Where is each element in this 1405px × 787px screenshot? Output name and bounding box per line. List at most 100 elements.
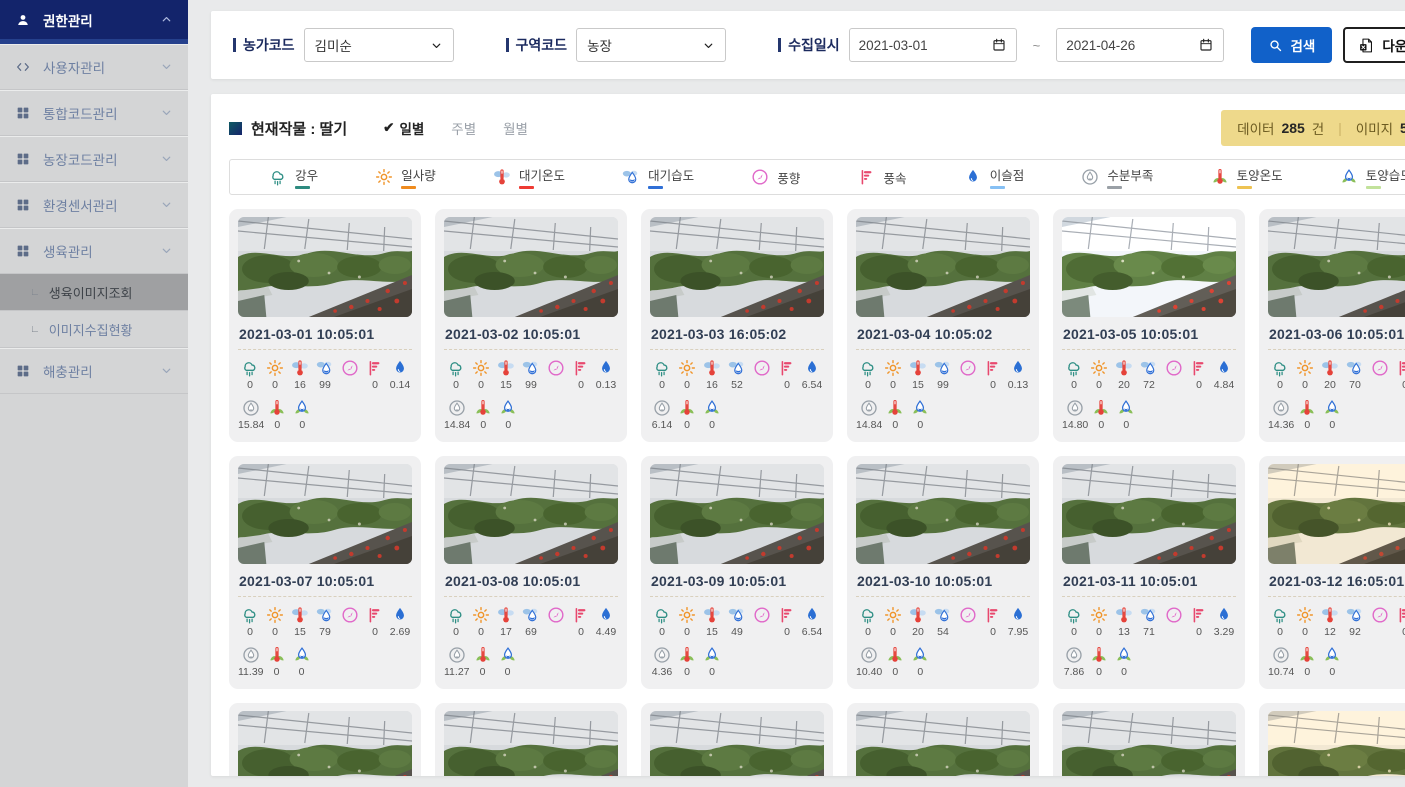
soil-temp-icon: [885, 645, 905, 665]
sensor-soil-temp: 0: [1089, 398, 1113, 431]
sensor-rain: 0: [1268, 358, 1292, 391]
sidebar-item[interactable]: 해충관리: [0, 348, 188, 394]
image-card[interactable]: 2021-03-11 10:05:01 00137103.29 7.8600: [1053, 456, 1245, 689]
sidebar-item[interactable]: 농장코드관리: [0, 136, 188, 182]
sidebar-item[interactable]: 통합코드관리: [0, 90, 188, 136]
image-card[interactable]: 2021-03-12 16:05:01 00129200.85 10.7400: [1259, 456, 1405, 689]
legend-item: 대기습도: [621, 165, 694, 189]
app-root: 권한관리사용자관리통합코드관리농장코드관리환경센서관리생육관리∟생육이미지조회∟…: [0, 0, 1405, 787]
sidebar-item[interactable]: 사용자관리: [0, 44, 188, 90]
sensor-value: 0: [1123, 419, 1129, 431]
sidebar-item[interactable]: 생육관리: [0, 228, 188, 274]
water-deficit-icon: [241, 645, 261, 665]
sensor-dew-point: 4.84: [1212, 358, 1236, 391]
search-button[interactable]: 검색: [1251, 27, 1332, 63]
water-deficit-icon: [1080, 167, 1100, 187]
legend-item: 대기온도: [492, 165, 565, 189]
sensor-row-1: 00205407.95: [856, 605, 1030, 638]
farm-code-select[interactable]: 김미순: [304, 28, 454, 62]
sensor-soil-humidity: 0: [290, 645, 314, 678]
image-card[interactable]: 2021-03-07 10:05:01 00157902.69 11.3900: [229, 456, 421, 689]
sidebar-subitem[interactable]: ∟생육이미지조회: [0, 274, 188, 311]
period-tab[interactable]: 주별: [451, 118, 476, 138]
sensor-value: 0: [1096, 626, 1102, 638]
air-humidity-icon: [1345, 358, 1365, 378]
water-deficit-icon: [1271, 398, 1291, 418]
grid-icon: [15, 197, 31, 213]
sensor-air-humidity: 99: [313, 358, 337, 391]
image-card[interactable]: 2021-03-18 16:05:02: [1259, 703, 1405, 776]
card-divider: [856, 596, 1030, 597]
download-button[interactable]: 다운로드: [1343, 27, 1405, 63]
image-card[interactable]: 2021-03-04 10:05:02 00159900.13 14.8400: [847, 209, 1039, 442]
sensor-rain: 0: [238, 605, 262, 638]
sensor-value: 49: [731, 626, 743, 638]
sensor-air-humidity: 54: [931, 605, 955, 638]
air-temp-icon: [908, 605, 928, 625]
sensor-air-humidity: 99: [931, 358, 955, 391]
sidebar-item[interactable]: 권한관리: [0, 0, 188, 44]
sensor-air-humidity: 72: [1137, 358, 1161, 391]
image-card[interactable]: 2021-03-03 16:05:02 00165206.54 6.1400: [641, 209, 833, 442]
sensor-wind-direction: [1368, 605, 1392, 638]
sensor-soil-temp: 0: [265, 645, 289, 678]
zone-code-group: 구역코드 농장: [506, 28, 727, 62]
sidebar-item[interactable]: 환경센서관리: [0, 182, 188, 228]
sensor-value: 16: [294, 379, 306, 391]
sensor-solar: 0: [1087, 605, 1111, 638]
sidebar-subitem[interactable]: ∟이미지수집현황: [0, 311, 188, 348]
sensor-soil-humidity: 0: [908, 398, 932, 431]
content-panel: 현재작물 : 딸기 ✔일별주별월별 데이터 285 건 | 이미지 50 건 강…: [211, 94, 1405, 776]
sensor-value: 0: [505, 666, 511, 678]
air-temp-icon: [1114, 605, 1134, 625]
sensor-air-humidity: 70: [1343, 358, 1367, 391]
wind-direction-icon: [1164, 605, 1184, 625]
image-card[interactable]: 2021-03-02 10:05:01 00159900.13 14.8400: [435, 209, 627, 442]
sensor-value: 0: [247, 626, 253, 638]
image-card[interactable]: 2021-03-14 10:05:01: [435, 703, 627, 776]
period-tab[interactable]: 월별: [503, 118, 528, 138]
sensor-water-deficit: 11.39: [238, 645, 264, 678]
image-card[interactable]: 2021-03-15 10:05:01: [641, 703, 833, 776]
image-card[interactable]: 2021-03-06 10:05:01 00207005.19 14.3600: [1259, 209, 1405, 442]
image-card[interactable]: 2021-03-08 10:05:01 00176904.49 11.2700: [435, 456, 627, 689]
sensor-air-temp: 16: [700, 358, 724, 391]
sensor-value: 6.14: [652, 419, 672, 431]
sensor-row-2: 14.8400: [444, 398, 618, 431]
greenhouse-photo: [1268, 217, 1405, 317]
image-card[interactable]: 2021-03-10 10:05:01 00205407.95 10.4000: [847, 456, 1039, 689]
image-card[interactable]: 2021-03-05 10:05:01 00207204.84 14.8000: [1053, 209, 1245, 442]
end-date-input[interactable]: 2021-04-26: [1056, 28, 1224, 62]
soil-temp-icon: [473, 645, 493, 665]
dew-point-icon: [390, 358, 410, 378]
image-card[interactable]: 2021-03-17 17:35:01: [1053, 703, 1245, 776]
crop-bullet: [229, 122, 242, 135]
air-temp-icon: [492, 167, 512, 187]
capture-timestamp: 2021-03-08 10:05:01: [445, 573, 617, 589]
sensor-value: 0: [372, 626, 378, 638]
air-humidity-icon: [1139, 358, 1159, 378]
zone-code-select[interactable]: 농장: [576, 28, 726, 62]
card-divider: [238, 596, 412, 597]
image-card[interactable]: 2021-03-09 10:05:01 00154906.54 4.3600: [641, 456, 833, 689]
sensor-wind-direction: [338, 605, 362, 638]
sensor-air-humidity: 99: [519, 358, 543, 391]
image-card[interactable]: 2021-03-13 10:05:01: [229, 703, 421, 776]
image-card[interactable]: 2021-03-16 10:05:02: [847, 703, 1039, 776]
dew-point-icon: [1214, 358, 1234, 378]
image-card[interactable]: 2021-03-01 10:05:01 00169900.14 15.8400: [229, 209, 421, 442]
chevron-down-icon: [702, 39, 715, 52]
legend-underline: [295, 186, 310, 189]
calendar-icon[interactable]: [1198, 37, 1214, 53]
period-tab[interactable]: ✔일별: [383, 118, 424, 138]
legend-underline: [1237, 186, 1252, 189]
grid-icon: [15, 105, 31, 121]
sensor-dew-point: 7.95: [1006, 605, 1030, 638]
calendar-icon[interactable]: [991, 37, 1007, 53]
start-date-input[interactable]: 2021-03-01: [849, 28, 1017, 62]
rain-icon: [652, 605, 672, 625]
sensor-value: 79: [319, 626, 331, 638]
air-humidity-icon: [521, 358, 541, 378]
air-humidity-icon: [933, 605, 953, 625]
water-deficit-icon: [859, 398, 879, 418]
